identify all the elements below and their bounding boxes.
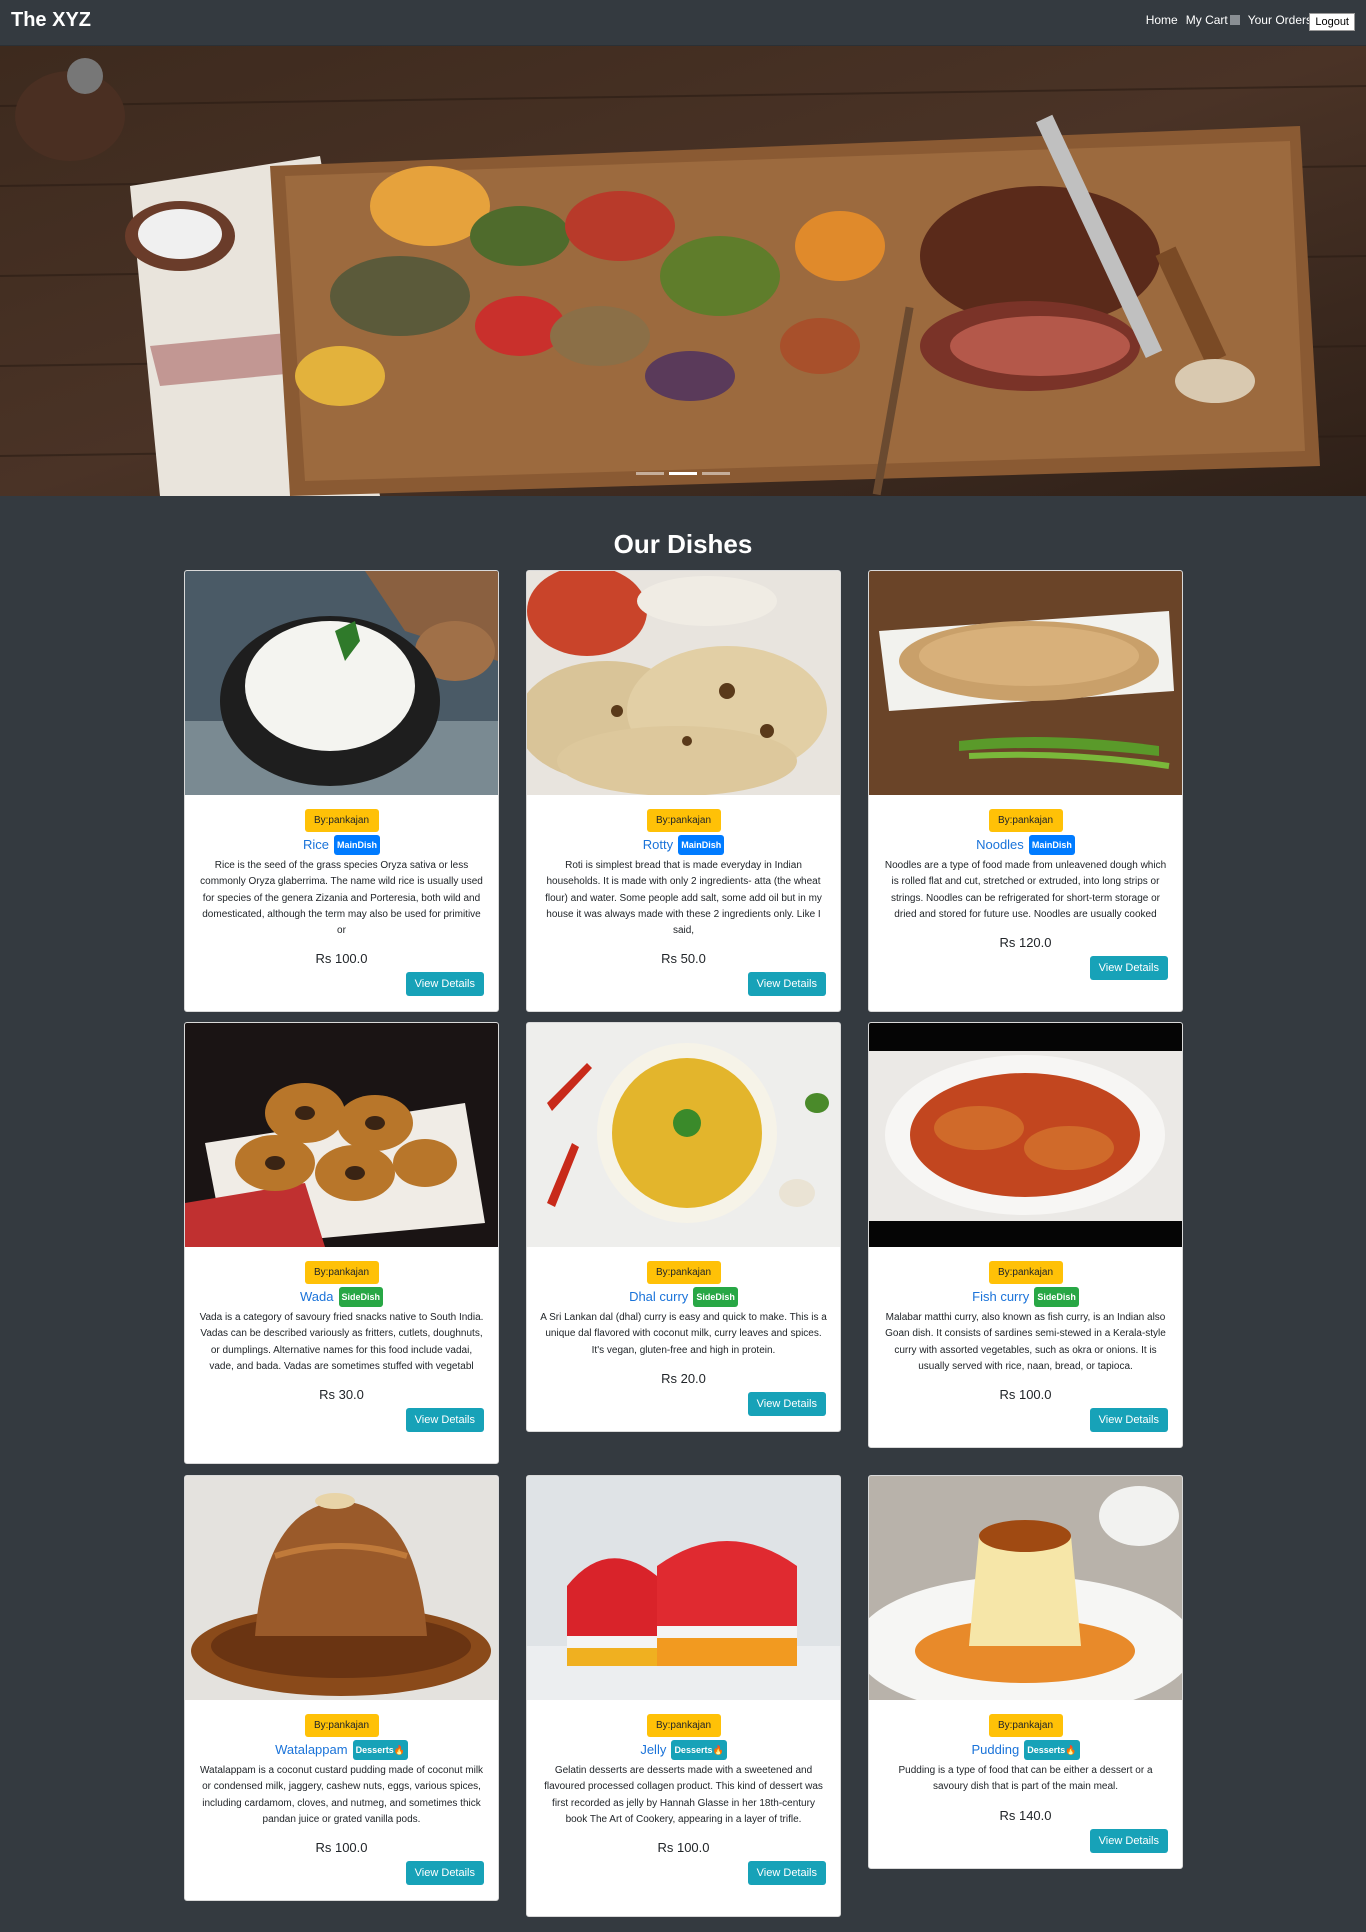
view-details-button[interactable]: View Details [1089,1408,1168,1433]
dish-card-fish-curry: By:pankajan Fish curry SideDish Malabar … [868,1022,1183,1448]
view-details-button[interactable]: View Details [1089,956,1168,981]
carousel-indicator-2[interactable] [669,472,697,475]
dish-description: Pudding is a type of food that can be ei… [898,1765,1153,1793]
category-badge: SideDish [338,1287,384,1307]
dish-price: Rs 100.0 [999,1387,1052,1403]
category-badge: Desserts🔥 [1024,1740,1080,1760]
view-details-button[interactable]: View Details [405,1861,484,1886]
view-details-button[interactable]: View Details [405,1408,484,1433]
author-badge: By:pankajan [646,1714,721,1737]
dish-card-pudding: By:pankajan Pudding Desserts🔥 Pudding is… [868,1475,1183,1869]
dish-description: Vada is a category of savoury fried snac… [199,1312,484,1372]
dish-image-rotty [527,571,840,795]
author-badge: By:pankajan [646,809,721,832]
dish-price: Rs 120.0 [999,935,1052,951]
author-badge: By:pankajan [988,1261,1063,1284]
dish-price: Rs 100.0 [657,1840,710,1856]
dish-price: Rs 30.0 [319,1387,364,1403]
view-details-button[interactable]: View Details [747,972,826,997]
dish-card-watalappam: By:pankajan Watalappam Desserts🔥 Watalap… [184,1475,499,1901]
dish-card-rotty: By:pankajan Rotty MainDish Roti is simpl… [526,570,841,1012]
category-badge: SideDish [693,1287,738,1307]
author-badge: By:pankajan [646,1261,721,1284]
hero-food-image [0,46,1366,496]
view-details-button[interactable]: View Details [1089,1828,1168,1853]
dish-image-watalappam [185,1476,498,1700]
author-badge: By:pankajan [304,809,379,832]
dish-name-link[interactable]: Fish curry [972,1289,1029,1304]
category-badge: MainDish [1028,835,1075,855]
dish-name-link[interactable]: Wada [300,1289,333,1304]
dish-card-noodles: By:pankajan Noodles MainDish Noodles are… [868,570,1183,1012]
brand-logo[interactable]: The XYZ [11,9,91,32]
dish-name-link[interactable]: Dhal curry [629,1289,688,1304]
nav-home-link[interactable]: Home [1146,13,1178,27]
nav-orders-link[interactable]: Your Orders [1248,13,1312,27]
dish-name-link[interactable]: Pudding [971,1742,1019,1757]
dish-name-link[interactable]: Rotty [643,837,673,852]
dish-price: Rs 100.0 [315,951,368,967]
dish-description: Gelatin desserts are desserts made with … [544,1765,823,1825]
dish-description: Roti is simplest bread that is made ever… [545,860,822,937]
dish-card-rice: By:pankajan Rice MainDish Rice is the se… [184,570,499,1012]
carousel-indicator-3[interactable] [702,472,730,475]
dish-image-jelly [527,1476,840,1700]
author-badge: By:pankajan [304,1261,379,1284]
nav-cart-label: My Cart [1185,13,1228,27]
category-badge: Desserts🔥 [671,1740,727,1760]
dish-name-link[interactable]: Rice [303,837,329,852]
cart-icon [1229,15,1240,25]
nav-links: Home My Cart Your Orders [1146,13,1312,27]
author-badge: By:pankajan [988,809,1063,832]
dish-description: A Sri Lankan dal (dhal) curry is easy an… [540,1312,827,1356]
dish-price: Rs 20.0 [661,1370,706,1386]
view-details-button[interactable]: View Details [747,1861,826,1886]
dish-card-wada: By:pankajan Wada SideDish Vada is a cate… [184,1022,499,1464]
dish-image-dhal-curry [527,1023,840,1247]
logout-button[interactable]: Logout [1309,13,1355,31]
carousel-indicator-1[interactable] [636,472,664,475]
dish-card-dhal-curry: By:pankajan Dhal curry SideDish A Sri La… [526,1022,841,1432]
category-badge: MainDish [678,835,725,855]
dish-description: Noodles are a type of food made from unl… [884,860,1167,920]
author-badge: By:pankajan [304,1714,379,1737]
navbar: The XYZ Home My Cart Your Orders Logout [0,0,1366,46]
dish-image-noodles [869,571,1182,795]
hero-carousel[interactable] [0,46,1366,496]
category-badge: MainDish [334,835,381,855]
dish-image-rice [185,571,498,795]
dish-image-fish-curry [869,1023,1182,1247]
dish-image-wada [185,1023,498,1247]
section-title: Our Dishes [613,529,753,559]
view-details-button[interactable]: View Details [405,972,484,997]
nav-cart-link[interactable]: My Cart [1186,13,1240,27]
dish-name-link[interactable]: Watalappam [275,1742,348,1757]
category-badge: SideDish [1034,1287,1079,1307]
dish-card-jelly: By:pankajan Jelly Desserts🔥 Gelatin dess… [526,1475,841,1917]
dish-price: Rs 50.0 [661,951,706,967]
dish-description: Rice is the seed of the grass species Or… [200,860,483,937]
author-badge: By:pankajan [988,1714,1063,1737]
dish-name-link[interactable]: Noodles [976,837,1024,852]
category-badge: Desserts🔥 [352,1740,408,1760]
dish-description: Malabar matthi curry, also known as fish… [885,1312,1166,1372]
carousel-indicators [636,472,730,475]
dish-description: Watalappam is a coconut custard pudding … [199,1765,484,1825]
dish-image-pudding [869,1476,1182,1700]
dish-name-link[interactable]: Jelly [640,1742,666,1757]
view-details-button[interactable]: View Details [747,1391,826,1416]
dish-price: Rs 100.0 [315,1840,368,1856]
dish-price: Rs 140.0 [999,1807,1052,1823]
